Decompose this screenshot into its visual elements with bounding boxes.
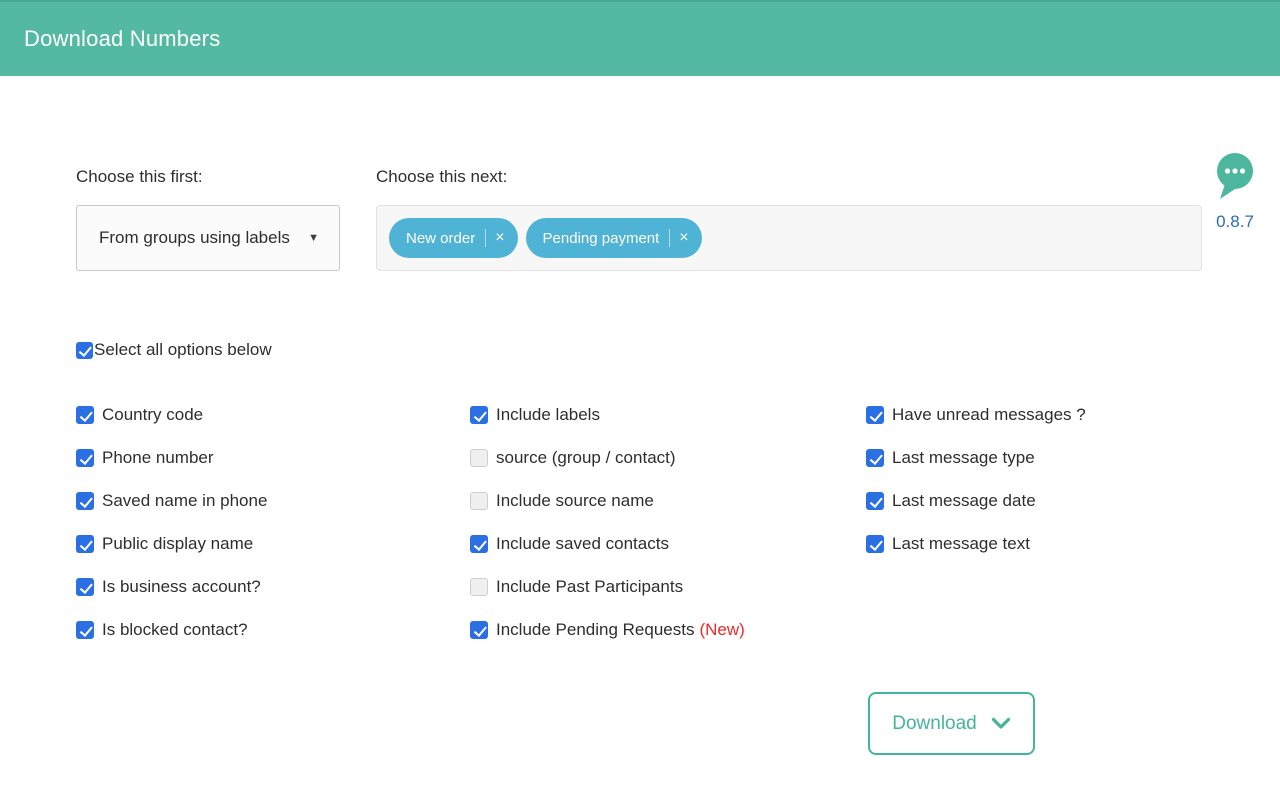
label-tag: Pending payment ×	[526, 218, 702, 258]
option-checkbox[interactable]	[470, 406, 488, 424]
version-label: 0.8.7	[1216, 212, 1254, 232]
choose-next-label: Choose this next:	[376, 166, 507, 187]
option-label: Include labels	[496, 405, 600, 425]
source-mode-select[interactable]: From groups using labels ▼	[76, 205, 340, 271]
option-label: Country code	[102, 405, 203, 425]
option-checkbox[interactable]	[76, 492, 94, 510]
option-label: Last message text	[892, 534, 1030, 554]
option-label: Last message date	[892, 491, 1036, 511]
option-label: Saved name in phone	[102, 491, 267, 511]
checkbox-option[interactable]: source (group / contact)	[470, 448, 745, 468]
tag-divider	[669, 229, 670, 247]
download-button[interactable]: Download	[868, 692, 1035, 755]
option-checkbox[interactable]	[866, 406, 884, 424]
option-checkbox[interactable]	[76, 406, 94, 424]
select-all-checkbox[interactable]	[76, 342, 93, 359]
checkbox-option[interactable]: Last message text	[866, 534, 1086, 554]
checkbox-option[interactable]: Is blocked contact?	[76, 620, 267, 640]
option-label: Public display name	[102, 534, 253, 554]
checkbox-option[interactable]: Last message type	[866, 448, 1086, 468]
remove-tag-button[interactable]: ×	[679, 230, 688, 246]
remove-tag-button[interactable]: ×	[495, 230, 504, 246]
option-label: Last message type	[892, 448, 1035, 468]
option-label: Include source name	[496, 491, 654, 511]
option-checkbox[interactable]	[470, 492, 488, 510]
option-checkbox[interactable]	[470, 621, 488, 639]
dropdown-arrow-icon: ▼	[308, 232, 319, 244]
checkbox-option[interactable]: Include Past Participants	[470, 577, 745, 597]
new-badge: (New)	[699, 620, 744, 640]
option-checkbox[interactable]	[470, 578, 488, 596]
label-tag: New order ×	[389, 218, 518, 258]
select-all-label: Select all options below	[94, 340, 272, 360]
checkbox-option[interactable]: Include labels	[470, 405, 745, 425]
select-all-option[interactable]: Select all options below	[76, 340, 272, 360]
checkbox-option[interactable]: Include saved contacts	[470, 534, 745, 554]
checkbox-option[interactable]: Public display name	[76, 534, 267, 554]
tag-divider	[485, 229, 486, 247]
option-checkbox[interactable]	[866, 449, 884, 467]
option-checkbox[interactable]	[470, 535, 488, 553]
checkbox-option[interactable]: Country code	[76, 405, 267, 425]
checkbox-option[interactable]: Have unread messages ?	[866, 405, 1086, 425]
options-column-identity: Country code Phone number Saved name in …	[76, 405, 267, 663]
options-column-include: Include labels source (group / contact) …	[470, 405, 745, 663]
option-checkbox[interactable]	[76, 621, 94, 639]
download-button-label: Download	[892, 713, 977, 735]
option-label: Include Pending Requests	[496, 620, 694, 640]
header: Download Numbers	[0, 0, 1280, 76]
choose-first-label: Choose this first:	[76, 166, 203, 187]
option-label: Have unread messages ?	[892, 405, 1086, 425]
option-checkbox[interactable]	[76, 535, 94, 553]
option-label: Is blocked contact?	[102, 620, 248, 640]
label-tag-text: Pending payment	[543, 230, 660, 247]
source-mode-selected-value: From groups using labels	[99, 228, 300, 248]
labels-multiselect-input[interactable]: New order × Pending payment ×	[376, 205, 1202, 271]
extension-widget: 0.8.7	[1208, 152, 1262, 232]
options-column-messages: Have unread messages ? Last message type…	[866, 405, 1086, 577]
option-label: Include saved contacts	[496, 534, 669, 554]
checkbox-option[interactable]: Phone number	[76, 448, 267, 468]
option-label: Is business account?	[102, 577, 261, 597]
option-label: source (group / contact)	[496, 448, 676, 468]
option-label: Include Past Participants	[496, 577, 683, 597]
chat-bubble-icon[interactable]	[1215, 152, 1255, 200]
checkbox-option[interactable]: Saved name in phone	[76, 491, 267, 511]
option-label: Phone number	[102, 448, 214, 468]
checkbox-option[interactable]: Last message date	[866, 491, 1086, 511]
chevron-down-icon	[991, 717, 1011, 730]
checkbox-option[interactable]: Is business account?	[76, 577, 267, 597]
option-checkbox[interactable]	[76, 449, 94, 467]
option-checkbox[interactable]	[470, 449, 488, 467]
main-content: Choose this first: Choose this next: Fro…	[0, 76, 1280, 800]
checkbox-option[interactable]: Include Pending Requests (New)	[470, 620, 745, 640]
option-checkbox[interactable]	[76, 578, 94, 596]
option-checkbox[interactable]	[866, 535, 884, 553]
page-title: Download Numbers	[24, 26, 220, 52]
checkbox-option[interactable]: Include source name	[470, 491, 745, 511]
label-tag-text: New order	[406, 230, 475, 247]
option-checkbox[interactable]	[866, 492, 884, 510]
